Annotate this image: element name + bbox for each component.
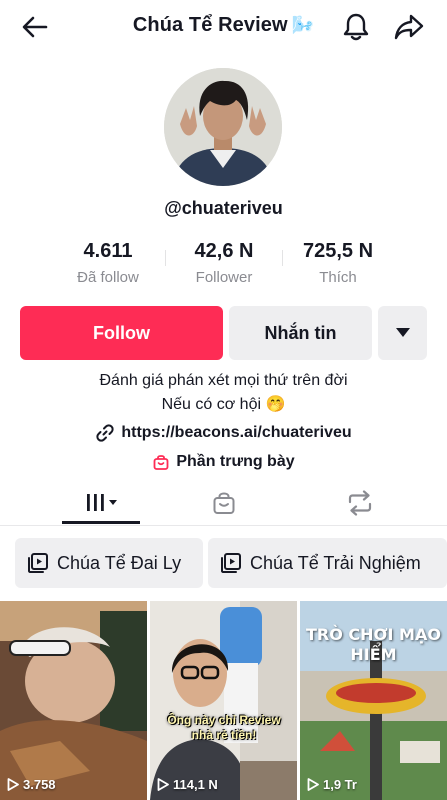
share-button[interactable] <box>391 10 427 44</box>
following-count: 4.611 <box>83 240 133 262</box>
avatar[interactable] <box>164 68 282 186</box>
link-icon <box>96 424 114 442</box>
profile-name: Chúa Tể Review <box>132 14 288 36</box>
showcase-link[interactable]: Phần trưng bày <box>0 453 447 471</box>
video-thumbnail[interactable]: 3.758 <box>0 601 147 800</box>
play-icon <box>7 778 19 791</box>
username: @chuateriveu <box>164 198 283 218</box>
likes-label: Thích <box>319 269 357 286</box>
showcase-label: Phần trưng bày <box>176 453 295 470</box>
playlist-chip[interactable]: Chúa Tể Đai Ly <box>15 538 203 588</box>
play-icon <box>157 778 169 791</box>
playlist-label: Chúa Tể Trải Nghiệm <box>250 552 421 573</box>
share-icon <box>394 14 424 40</box>
playlist-icon <box>28 553 48 573</box>
bio-line: Nếu có cơ hội 🤭 <box>161 396 286 413</box>
video-grid-icon <box>87 494 117 511</box>
likes-count: 725,5 N <box>302 240 374 262</box>
bio-link[interactable]: https://beacons.ai/chuateriveu <box>0 423 447 443</box>
stat-divider <box>165 250 166 266</box>
following-stat[interactable]: 4.611 Đã follow <box>58 240 158 286</box>
playlist-label: Chúa Tể Đai Ly <box>57 552 182 573</box>
view-count-text: 3.758 <box>23 777 56 792</box>
likes-stat[interactable]: 725,5 N Thích <box>288 240 388 286</box>
notification-button[interactable] <box>339 10 373 44</box>
stat-divider <box>282 250 283 266</box>
followers-count: 42,6 N <box>194 240 254 262</box>
video-thumbnail-image <box>0 601 147 800</box>
view-count-text: 114,1 N <box>173 777 218 792</box>
followers-label: Follower <box>195 269 253 286</box>
shopping-bag-icon <box>153 455 169 470</box>
avatar-image <box>164 68 282 186</box>
video-thumbnail-image <box>150 601 297 800</box>
message-button[interactable]: Nhắn tin <box>229 306 372 360</box>
page-title: Chúa Tể Review 🌬️ <box>0 14 447 37</box>
playlist-chip[interactable]: Chúa Tể Trải Nghiệm <box>208 538 447 588</box>
shop-bag-icon <box>213 492 235 514</box>
bio-link-text: https://beacons.ai/chuateriveu <box>121 424 352 441</box>
view-count-text: 1,9 Tr <box>323 777 357 792</box>
follow-button[interactable]: Follow <box>20 306 223 360</box>
video-caption: Ông này chỉ Review nhà rẻ tiền! <box>167 713 281 742</box>
following-label: Đã follow <box>77 269 139 286</box>
view-count: 1,9 Tr <box>307 777 357 792</box>
active-tab-indicator <box>62 521 140 524</box>
video-thumbnail[interactable]: Ông này chỉ Review nhà rẻ tiền! 114,1 N <box>150 601 297 800</box>
content-tabs <box>0 482 447 526</box>
tab-reposts[interactable] <box>338 482 382 524</box>
title-emoji: 🌬️ <box>291 15 315 35</box>
caret-down-icon <box>395 328 410 337</box>
tab-videos[interactable] <box>62 482 140 524</box>
play-icon <box>307 778 319 791</box>
top-bar: Chúa Tể Review 🌬️ <box>0 0 447 56</box>
video-thumbnail[interactable]: TRÒ CHƠI MẠO HIỂM 1,9 Tr <box>300 601 447 800</box>
repost-icon <box>348 490 372 516</box>
playlist-icon <box>221 553 241 573</box>
tab-shop[interactable] <box>202 482 246 524</box>
bio-line: Đánh giá phán xét mọi thứ trên đời <box>99 372 348 389</box>
video-caption: TRÒ CHƠI MẠO HIỂM <box>306 625 441 664</box>
suggested-accounts-button[interactable] <box>378 306 427 360</box>
view-count: 114,1 N <box>157 777 218 792</box>
view-count: 3.758 <box>7 777 56 792</box>
followers-stat[interactable]: 42,6 N Follower <box>172 240 276 286</box>
bell-icon <box>343 13 369 41</box>
